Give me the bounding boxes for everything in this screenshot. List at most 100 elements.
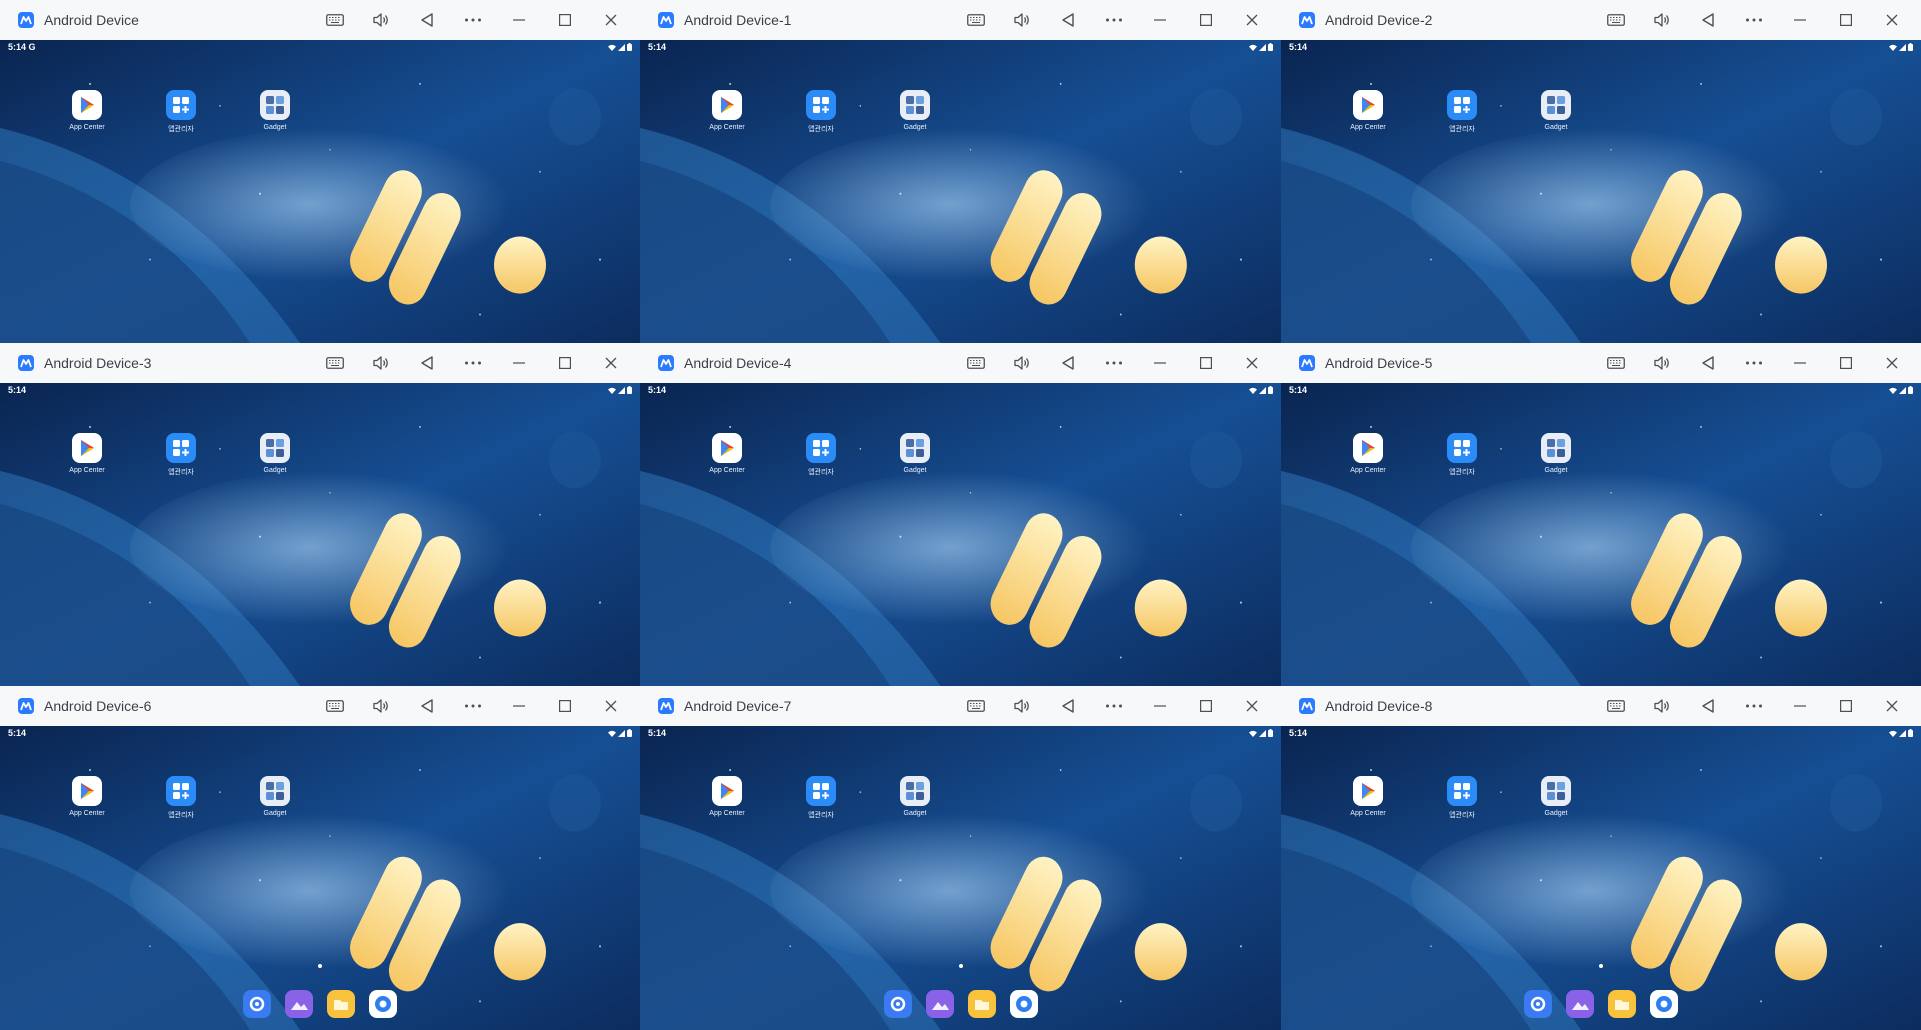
window-titlebar[interactable]: Android Device-6 xyxy=(0,686,640,727)
keyboard-icon[interactable] xyxy=(1593,0,1639,40)
maximize-icon[interactable] xyxy=(1183,343,1229,383)
maximize-icon[interactable] xyxy=(542,343,588,383)
back-icon[interactable] xyxy=(1045,0,1091,40)
keyboard-icon[interactable] xyxy=(312,0,358,40)
minimize-icon[interactable] xyxy=(1777,343,1823,383)
volume-icon[interactable] xyxy=(1639,686,1685,726)
back-icon[interactable] xyxy=(404,0,450,40)
keyboard-icon[interactable] xyxy=(1593,686,1639,726)
back-icon[interactable] xyxy=(1685,0,1731,40)
maximize-icon[interactable] xyxy=(1183,0,1229,40)
home-app-app-manager[interactable]: 앱관리자 xyxy=(794,433,848,477)
keyboard-icon[interactable] xyxy=(1593,343,1639,383)
keyboard-icon[interactable] xyxy=(953,686,999,726)
more-icon[interactable] xyxy=(1731,0,1777,40)
browser-icon[interactable] xyxy=(1650,990,1678,1018)
android-screen[interactable]: 5:14 App Center 앱관리자 Gadget xyxy=(640,40,1281,343)
maximize-icon[interactable] xyxy=(1183,686,1229,726)
minimize-icon[interactable] xyxy=(1777,686,1823,726)
home-app-app-manager[interactable]: 앱관리자 xyxy=(794,776,848,820)
home-app-app-manager[interactable]: 앱관리자 xyxy=(154,776,208,820)
home-app-gadget[interactable]: Gadget xyxy=(1529,90,1583,134)
minimize-icon[interactable] xyxy=(1137,686,1183,726)
maximize-icon[interactable] xyxy=(1823,343,1869,383)
window-titlebar[interactable]: Android Device-2 xyxy=(1281,0,1921,41)
home-app-gadget[interactable]: Gadget xyxy=(888,433,942,477)
home-app-app-center[interactable]: App Center xyxy=(1341,776,1395,820)
back-icon[interactable] xyxy=(1685,686,1731,726)
home-app-app-center[interactable]: App Center xyxy=(60,90,114,134)
close-icon[interactable] xyxy=(588,343,634,383)
window-titlebar[interactable]: Android Device-5 xyxy=(1281,343,1921,384)
more-icon[interactable] xyxy=(1731,686,1777,726)
minimize-icon[interactable] xyxy=(496,343,542,383)
more-icon[interactable] xyxy=(450,0,496,40)
gallery-icon[interactable] xyxy=(1566,990,1594,1018)
files-icon[interactable] xyxy=(967,990,996,1018)
keyboard-icon[interactable] xyxy=(312,343,358,383)
more-icon[interactable] xyxy=(1091,343,1137,383)
home-app-app-center[interactable]: App Center xyxy=(1341,90,1395,134)
android-screen[interactable]: 5:14 App Center 앱관리자 Gadget xyxy=(1281,40,1921,343)
home-app-app-manager[interactable]: 앱관리자 xyxy=(154,433,208,477)
home-app-gadget[interactable]: Gadget xyxy=(888,90,942,134)
more-icon[interactable] xyxy=(1091,686,1137,726)
more-icon[interactable] xyxy=(1731,343,1777,383)
back-icon[interactable] xyxy=(404,686,450,726)
home-app-gadget[interactable]: Gadget xyxy=(248,776,302,820)
close-icon[interactable] xyxy=(1229,686,1275,726)
volume-icon[interactable] xyxy=(999,343,1045,383)
home-app-app-center[interactable]: App Center xyxy=(60,776,114,820)
home-app-app-manager[interactable]: 앱관리자 xyxy=(794,90,848,134)
more-icon[interactable] xyxy=(1091,0,1137,40)
back-icon[interactable] xyxy=(1685,343,1731,383)
close-icon[interactable] xyxy=(1869,343,1915,383)
minimize-icon[interactable] xyxy=(1137,0,1183,40)
android-screen[interactable]: 5:14 App Center 앱관리자 Gadget xyxy=(640,383,1281,686)
maximize-icon[interactable] xyxy=(542,0,588,40)
files-icon[interactable] xyxy=(327,990,355,1018)
maximize-icon[interactable] xyxy=(1823,686,1869,726)
settings-icon[interactable] xyxy=(1524,990,1552,1018)
more-icon[interactable] xyxy=(450,686,496,726)
close-icon[interactable] xyxy=(588,0,634,40)
android-screen[interactable]: 5:14 App Center 앱관리자 Gadget xyxy=(0,383,640,686)
minimize-icon[interactable] xyxy=(496,0,542,40)
home-app-app-center[interactable]: App Center xyxy=(700,433,754,477)
android-screen[interactable]: 5:14 G App Center 앱관리자 Gadget xyxy=(0,40,640,343)
keyboard-icon[interactable] xyxy=(953,343,999,383)
close-icon[interactable] xyxy=(1869,0,1915,40)
maximize-icon[interactable] xyxy=(1823,0,1869,40)
minimize-icon[interactable] xyxy=(1137,343,1183,383)
home-app-app-center[interactable]: App Center xyxy=(700,776,754,820)
home-app-gadget[interactable]: Gadget xyxy=(248,433,302,477)
home-app-app-center[interactable]: App Center xyxy=(1341,433,1395,477)
window-titlebar[interactable]: Android Device-3 xyxy=(0,343,640,384)
close-icon[interactable] xyxy=(588,686,634,726)
volume-icon[interactable] xyxy=(1639,343,1685,383)
volume-icon[interactable] xyxy=(358,686,404,726)
home-app-gadget[interactable]: Gadget xyxy=(1529,433,1583,477)
back-icon[interactable] xyxy=(404,343,450,383)
gallery-icon[interactable] xyxy=(925,990,954,1018)
window-titlebar[interactable]: Android Device-4 xyxy=(640,343,1281,384)
settings-icon[interactable] xyxy=(243,990,271,1018)
home-app-app-manager[interactable]: 앱관리자 xyxy=(1435,433,1489,477)
minimize-icon[interactable] xyxy=(496,686,542,726)
volume-icon[interactable] xyxy=(999,686,1045,726)
minimize-icon[interactable] xyxy=(1777,0,1823,40)
back-icon[interactable] xyxy=(1045,686,1091,726)
home-app-app-manager[interactable]: 앱관리자 xyxy=(1435,776,1489,820)
volume-icon[interactable] xyxy=(358,0,404,40)
window-titlebar[interactable]: Android Device xyxy=(0,0,640,41)
home-app-gadget[interactable]: Gadget xyxy=(248,90,302,134)
back-icon[interactable] xyxy=(1045,343,1091,383)
home-app-app-manager[interactable]: 앱관리자 xyxy=(154,90,208,134)
home-app-app-center[interactable]: App Center xyxy=(700,90,754,134)
home-app-app-center[interactable]: App Center xyxy=(60,433,114,477)
close-icon[interactable] xyxy=(1229,343,1275,383)
home-app-gadget[interactable]: Gadget xyxy=(888,776,942,820)
more-icon[interactable] xyxy=(450,343,496,383)
android-screen[interactable]: 5:14 App Center 앱관리자 Gadget xyxy=(1281,726,1921,1030)
volume-icon[interactable] xyxy=(999,0,1045,40)
